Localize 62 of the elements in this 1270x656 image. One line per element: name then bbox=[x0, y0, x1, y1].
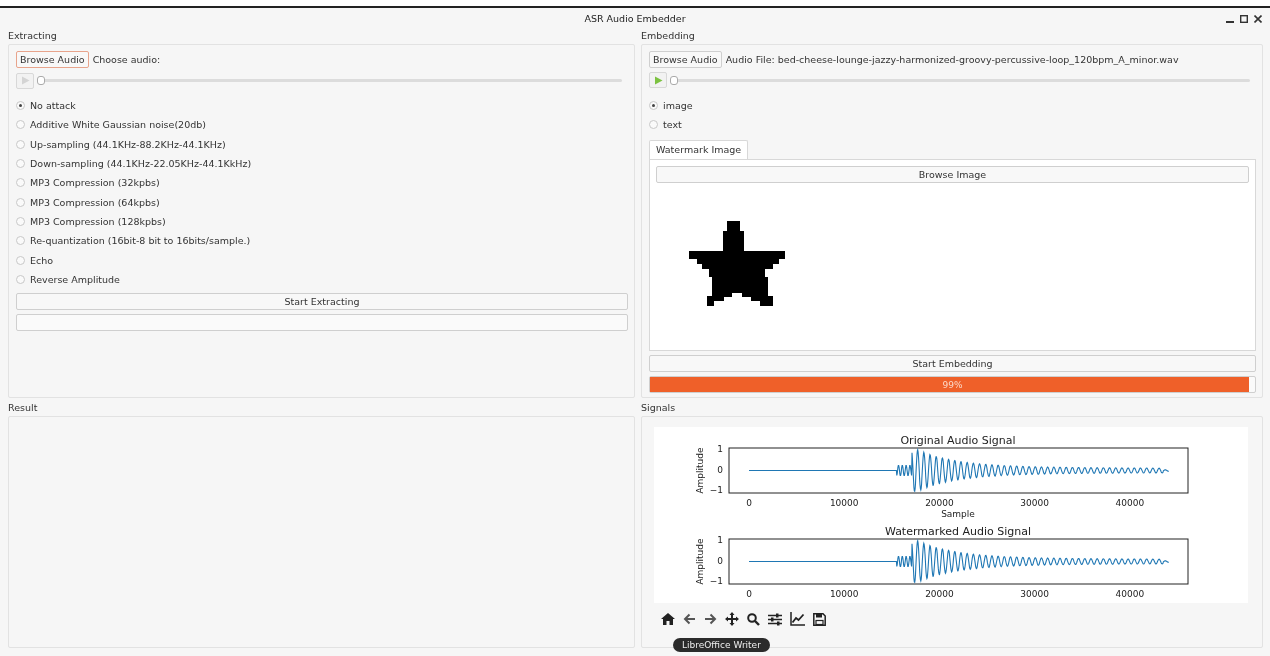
play-icon bbox=[653, 75, 663, 85]
close-icon[interactable] bbox=[1254, 15, 1262, 23]
seek-slider[interactable] bbox=[37, 76, 622, 85]
attack-radio[interactable]: MP3 Compression (32kpbs) bbox=[16, 173, 628, 193]
tick-label: 10000 bbox=[829, 589, 859, 599]
attack-radio[interactable]: MP3 Compression (64kpbs) bbox=[16, 192, 628, 212]
sliders-icon[interactable] bbox=[768, 612, 782, 626]
line-chart-icon[interactable] bbox=[790, 612, 805, 626]
tick-label: 40000 bbox=[1115, 498, 1145, 508]
audio-file-label: Audio File: bed-cheese-lounge-jazzy-harmonized-groovy-percussive-loop_120bpm_A_minor.wav bbox=[725, 54, 1179, 65]
tab[interactable]: Watermark Image bbox=[649, 139, 749, 159]
start-embedding-button[interactable]: Start Embedding bbox=[649, 355, 1256, 373]
seek-slider[interactable] bbox=[670, 75, 1250, 85]
group-title: Result bbox=[8, 401, 38, 415]
browse-audio-button[interactable]: Browse Audio bbox=[649, 51, 722, 68]
group-title: Embedding bbox=[641, 29, 695, 43]
play-icon bbox=[20, 76, 30, 85]
tick-label: 1 bbox=[717, 444, 723, 454]
tick-label: 0 bbox=[717, 555, 723, 566]
browse-image-button[interactable]: Browse Image bbox=[656, 165, 1249, 183]
tick-label: 1 bbox=[717, 535, 723, 545]
window-title: ASR Audio Embedder bbox=[584, 12, 686, 24]
tick-label: 0 bbox=[746, 589, 752, 599]
tick-label: 0 bbox=[746, 498, 752, 508]
mode-radio[interactable]: text bbox=[649, 115, 1256, 135]
start-extracting-button[interactable]: Start Extracting bbox=[16, 292, 628, 310]
back-arrow-icon[interactable] bbox=[683, 613, 696, 625]
attack-radio[interactable]: Reverse Amplitude bbox=[16, 269, 628, 289]
search-icon[interactable] bbox=[747, 612, 760, 626]
tick-label: 20000 bbox=[925, 589, 954, 599]
tick-label: 30000 bbox=[1020, 498, 1049, 508]
attack-radio[interactable]: Additive White Gaussian noise(20db) bbox=[16, 115, 628, 135]
mode-radio[interactable]: image bbox=[649, 95, 1256, 116]
attack-radio[interactable]: Echo bbox=[16, 250, 628, 270]
forward-arrow-icon[interactable] bbox=[704, 613, 717, 625]
tick-label: 10000 bbox=[829, 498, 859, 508]
audio-label: Choose audio: bbox=[92, 54, 161, 65]
progress-text: 99% bbox=[942, 379, 963, 390]
tick-label: −1 bbox=[709, 485, 723, 495]
axis-label: Amplitude bbox=[695, 538, 705, 585]
tick-label: 20000 bbox=[925, 498, 954, 508]
attack-radio[interactable]: Re-quantization (16bit-8 bit to 16bits/sample.) bbox=[16, 231, 628, 251]
tick-label: −1 bbox=[709, 576, 723, 586]
axis-label: Sample bbox=[941, 509, 975, 519]
plot-title: Original Audio Signal bbox=[900, 434, 1016, 447]
tick-label: 0 bbox=[717, 464, 723, 475]
tooltip: LibreOffice Writer bbox=[673, 638, 770, 652]
attack-radio[interactable]: Down-sampling (44.1KHz-22.05KHz-44.1KkHz) bbox=[16, 153, 628, 174]
plot-title: Watermarked Audio Signal bbox=[884, 525, 1032, 538]
tick-label: 40000 bbox=[1115, 589, 1145, 599]
move-icon[interactable] bbox=[725, 612, 739, 626]
group-title: Signals bbox=[641, 401, 676, 415]
maximize-icon[interactable] bbox=[1240, 15, 1248, 23]
attack-radio[interactable]: Up-sampling (44.1KHz-88.2KHz-44.1KHz) bbox=[16, 134, 628, 154]
axis-label: Amplitude bbox=[695, 447, 705, 494]
attack-radio[interactable]: No attack bbox=[16, 96, 628, 116]
tick-label: 30000 bbox=[1020, 589, 1049, 599]
attack-radio[interactable]: MP3 Compression (128kpbs) bbox=[16, 211, 628, 232]
save-icon[interactable] bbox=[813, 612, 826, 626]
home-icon[interactable] bbox=[661, 613, 675, 625]
group-title: Extracting bbox=[8, 29, 57, 43]
browse-audio-button[interactable]: Browse Audio bbox=[16, 51, 89, 68]
